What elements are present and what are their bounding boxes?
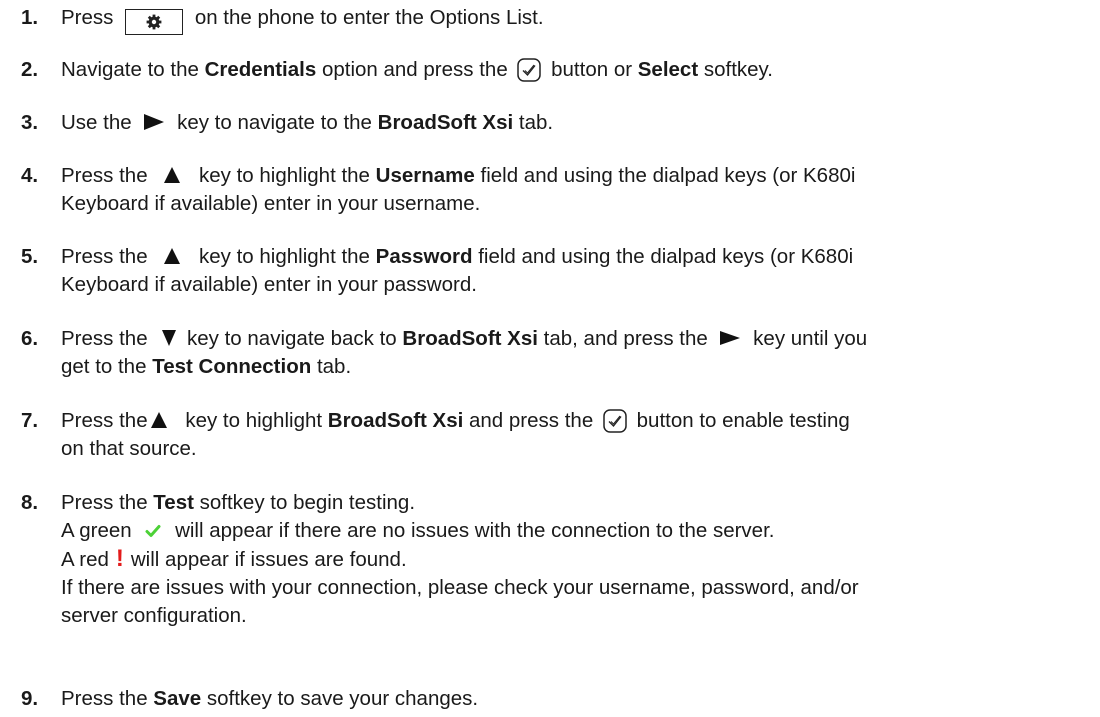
step-text: Press the Save softkey to save your chan… xyxy=(61,685,1080,713)
text-run: softkey. xyxy=(698,58,773,81)
step-text: Press the key to highlight the Username … xyxy=(61,162,1080,218)
green-checkmark-icon xyxy=(145,525,161,537)
text-run: A green xyxy=(61,519,132,542)
red-exclamation-icon: ! xyxy=(115,545,124,572)
step-text: Press the Test softkey to begin testing.… xyxy=(61,489,1080,630)
test-connection-label: Test Connection xyxy=(152,355,312,378)
text-run: and press the xyxy=(463,409,594,432)
text-run: key to highlight xyxy=(185,409,328,432)
gear-icon xyxy=(146,14,162,30)
text-run: tab. xyxy=(311,355,352,378)
step-number: 7. xyxy=(21,409,39,432)
broadsoft-xsi-label: BroadSoft Xsi xyxy=(402,327,538,350)
checkmark-button-icon xyxy=(603,409,627,433)
text-run: key to highlight the xyxy=(199,245,376,268)
up-arrow-key-icon xyxy=(150,412,167,428)
step-1-text-a: Press xyxy=(61,6,114,29)
down-arrow-key-icon xyxy=(162,330,177,346)
right-arrow-key-icon xyxy=(144,114,165,130)
step-number: 8. xyxy=(21,491,39,514)
step-number: 4. xyxy=(21,164,39,187)
up-arrow-key-icon xyxy=(164,248,181,264)
text-run: server configuration. xyxy=(61,604,247,627)
text-run: Press the xyxy=(61,687,154,710)
step-text: Press the key to navigate back to BroadS… xyxy=(61,325,1080,381)
step-number: 3. xyxy=(21,111,39,134)
text-run: key to navigate to the xyxy=(177,111,378,134)
text-run: on that source. xyxy=(61,437,197,460)
text-run: get to the xyxy=(61,355,153,378)
text-run: will appear if there are no issues with … xyxy=(175,519,775,542)
text-run: Press the xyxy=(61,491,154,514)
step-number: 6. xyxy=(21,327,39,350)
step-number: 9. xyxy=(21,687,39,710)
checkmark-button-icon xyxy=(517,58,542,82)
password-label: Password xyxy=(375,245,473,268)
text-run: key to highlight the xyxy=(199,164,376,187)
text-run: field and using the dialpad keys (or K68… xyxy=(472,245,854,268)
text-run: tab, and press the xyxy=(537,327,708,350)
username-label: Username xyxy=(375,164,475,187)
text-run: option and press the xyxy=(316,58,508,81)
step-1-text-b: on the phone to enter the Options List. xyxy=(194,6,544,29)
text-run: A red xyxy=(61,548,109,571)
text-run: Navigate to the xyxy=(61,58,205,81)
up-arrow-key-icon xyxy=(164,167,181,183)
step-text: Use the key to navigate to the BroadSoft… xyxy=(61,109,1080,137)
text-run: Use the xyxy=(61,111,132,134)
step-number: 2. xyxy=(21,58,39,81)
text-run: softkey to save your changes. xyxy=(201,687,479,710)
broadsoft-xsi-label: BroadSoft Xsi xyxy=(377,111,514,134)
text-run: button or xyxy=(551,58,638,81)
right-arrow-key-icon xyxy=(720,331,741,345)
text-run: Press the xyxy=(61,164,148,187)
text-run: button to enable testing xyxy=(636,409,850,432)
text-run: Press the xyxy=(61,245,148,268)
save-label: Save xyxy=(153,687,202,710)
step-number: 5. xyxy=(21,245,39,268)
test-label: Test xyxy=(153,491,194,514)
text-run: key until you xyxy=(753,327,868,350)
step-text: Press the key to highlight BroadSoft Xsi… xyxy=(61,407,1080,463)
text-run: If there are issues with your connection… xyxy=(61,576,859,599)
step-text: Press the key to highlight the Password … xyxy=(61,243,1080,299)
credentials-label: Credentials xyxy=(204,58,317,81)
options-button-icon xyxy=(125,9,184,35)
step-text: Press on the phone to enter the Options … xyxy=(61,4,1080,35)
broadsoft-xsi-label: BroadSoft Xsi xyxy=(327,409,464,432)
select-label: Select xyxy=(637,58,699,81)
text-run: key to navigate back to xyxy=(187,327,403,350)
text-run: softkey to begin testing. xyxy=(193,491,416,514)
text-run: Press the xyxy=(61,327,148,350)
text-run: tab. xyxy=(513,111,554,134)
text-run: field and using the dialpad keys (or K68… xyxy=(474,164,856,187)
text-run: will appear if issues are found. xyxy=(130,548,407,571)
text-run: Keyboard if available) enter in your pas… xyxy=(61,273,477,296)
text-run: Press the xyxy=(61,409,148,432)
step-text: Navigate to the Credentials option and p… xyxy=(61,56,1080,84)
text-run: Keyboard if available) enter in your use… xyxy=(61,192,481,215)
step-number: 1. xyxy=(21,6,39,29)
